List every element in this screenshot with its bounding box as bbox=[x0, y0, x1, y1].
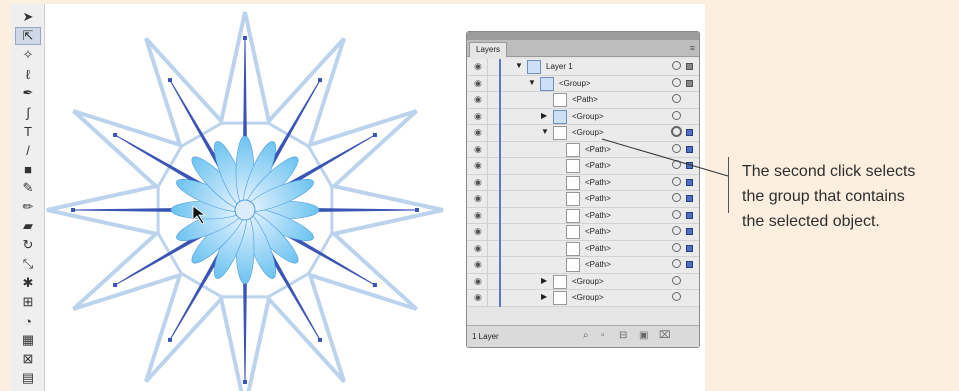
callout-line-3: the selected object. bbox=[742, 213, 880, 230]
callout-line-1: The second click selects bbox=[742, 163, 916, 180]
callout-bar bbox=[728, 157, 729, 213]
callout-line-2: the group that contains bbox=[742, 188, 905, 205]
callout-text: The second click selects the group that … bbox=[742, 159, 957, 234]
